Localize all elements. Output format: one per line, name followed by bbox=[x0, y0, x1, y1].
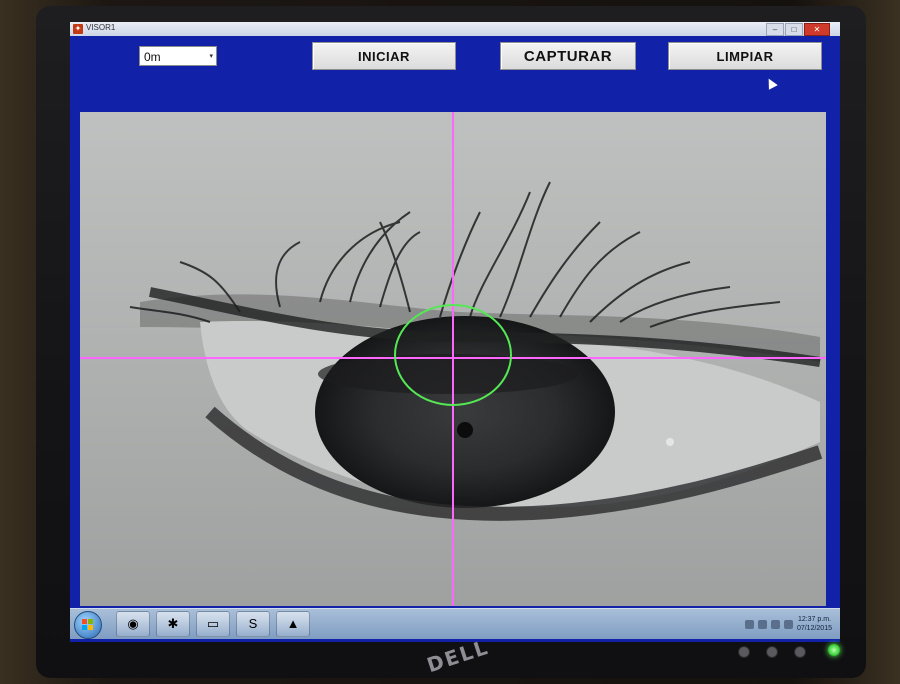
monitor-button[interactable] bbox=[794, 646, 806, 658]
monitor-button[interactable] bbox=[738, 646, 750, 658]
window-titlebar[interactable]: ✦ VISOR1 – □ ✕ bbox=[70, 22, 840, 36]
minimize-icon[interactable]: – bbox=[766, 23, 784, 36]
windows-logo-icon bbox=[82, 619, 94, 631]
app-icon-taskbar[interactable]: ✱ bbox=[156, 611, 190, 637]
distance-select-value: 0m bbox=[144, 50, 161, 64]
power-led-icon[interactable] bbox=[828, 644, 840, 656]
tray-icon[interactable] bbox=[757, 619, 767, 629]
chevron-down-icon: ▾ bbox=[209, 53, 213, 60]
clock-time: 12:37 p.m. bbox=[797, 616, 832, 623]
limpiar-button[interactable]: LIMPIAR bbox=[668, 42, 822, 70]
app-icon: ✦ bbox=[73, 24, 83, 34]
iniciar-button[interactable]: INICIAR bbox=[312, 42, 456, 70]
clock[interactable]: 12:37 p.m. 07/12/2015 bbox=[797, 615, 832, 633]
capturar-button[interactable]: CAPTURAR bbox=[500, 42, 636, 70]
maximize-icon[interactable]: □ bbox=[785, 23, 803, 36]
distance-select[interactable]: 0m ▾ bbox=[139, 46, 217, 66]
clock-date: 07/12/2015 bbox=[796, 625, 832, 632]
window-controls: – □ ✕ bbox=[766, 23, 830, 36]
taskbar: ◉ ✱ ▭ S ▲ 12:37 p.m. 07/12/2015 bbox=[70, 608, 840, 639]
close-icon[interactable]: ✕ bbox=[804, 23, 830, 36]
matlab-icon[interactable]: ▲ bbox=[276, 611, 310, 637]
network-icon[interactable] bbox=[770, 619, 780, 629]
folder-icon[interactable]: ▭ bbox=[196, 611, 230, 637]
start-button[interactable] bbox=[74, 611, 102, 639]
monitor-logo: DELL bbox=[424, 635, 492, 678]
camera-feed[interactable] bbox=[80, 112, 826, 606]
monitor-screen: ✦ VISOR1 – □ ✕ 0m ▾ INICIAR CAPTURAR LIM… bbox=[70, 22, 840, 642]
skype-icon[interactable]: S bbox=[236, 611, 270, 637]
tray-icon[interactable] bbox=[744, 619, 754, 629]
mouse-pointer-icon bbox=[764, 76, 778, 90]
window-title: VISOR1 bbox=[86, 23, 116, 32]
eye-image bbox=[80, 112, 826, 606]
chrome-icon[interactable]: ◉ bbox=[116, 611, 150, 637]
system-tray: 12:37 p.m. 07/12/2015 bbox=[744, 614, 832, 634]
volume-icon[interactable] bbox=[783, 619, 793, 629]
monitor-button[interactable] bbox=[766, 646, 778, 658]
